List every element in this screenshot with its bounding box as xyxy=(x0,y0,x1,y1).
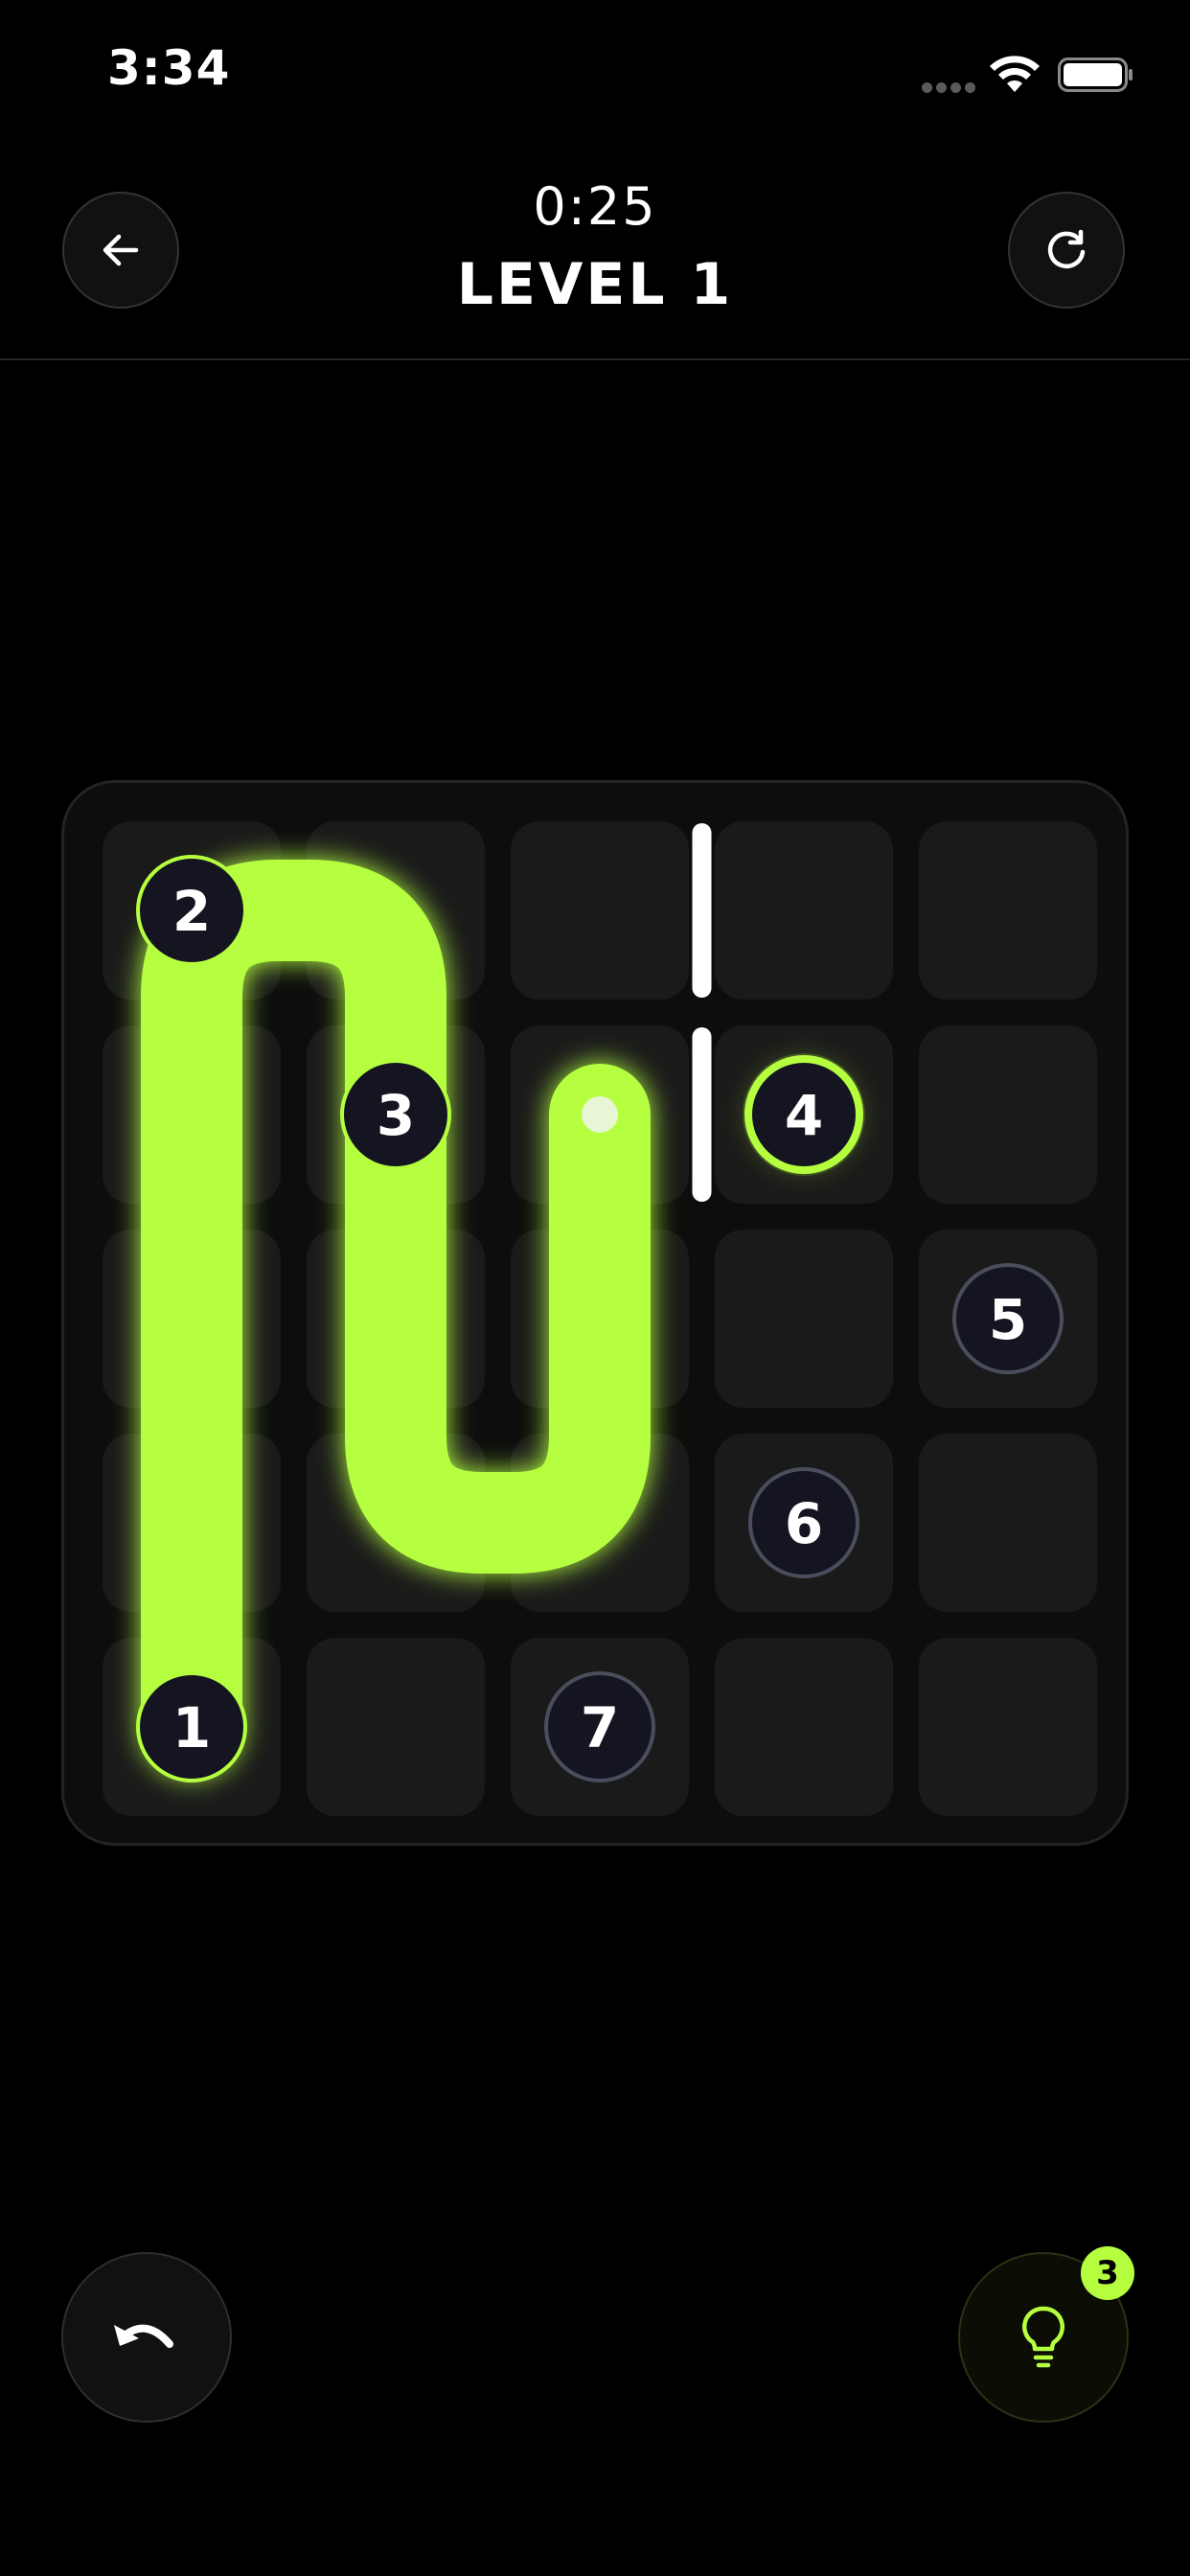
board-cell[interactable] xyxy=(715,1230,893,1408)
number-node[interactable]: 5 xyxy=(952,1263,1064,1374)
node-label: 6 xyxy=(785,1491,823,1556)
number-node[interactable]: 4 xyxy=(743,1053,865,1176)
signal-icon xyxy=(922,82,975,94)
board-cell[interactable] xyxy=(919,1025,1097,1204)
game-board: 1 2 3 4 5 6 7 xyxy=(61,780,1129,1846)
number-node[interactable]: 3 xyxy=(340,1059,451,1170)
node-label: 2 xyxy=(172,879,211,944)
node-label: 7 xyxy=(581,1695,619,1760)
restart-button[interactable] xyxy=(1008,192,1125,309)
node-label: 3 xyxy=(377,1083,415,1148)
node-label: 1 xyxy=(172,1695,211,1760)
node-label: 4 xyxy=(785,1083,823,1148)
board-canvas[interactable]: 1 2 3 4 5 6 7 xyxy=(64,783,1132,1849)
header-divider xyxy=(0,358,1190,360)
hints-remaining-badge: 3 xyxy=(1081,2246,1134,2300)
wifi-icon xyxy=(990,56,1040,92)
board-cell[interactable] xyxy=(307,1638,485,1816)
lightbulb-icon xyxy=(1022,2306,1064,2368)
number-node[interactable]: 6 xyxy=(748,1467,859,1578)
node-label: 5 xyxy=(989,1287,1027,1352)
board-cell[interactable] xyxy=(919,1638,1097,1816)
board-cell[interactable] xyxy=(715,821,893,1000)
status-time: 3:34 xyxy=(107,40,231,96)
board-cell[interactable] xyxy=(919,821,1097,1000)
path-head-dot[interactable] xyxy=(582,1096,618,1133)
board-cell[interactable] xyxy=(919,1434,1097,1612)
battery-icon xyxy=(1058,58,1133,92)
board-cell[interactable] xyxy=(511,821,689,1000)
refresh-icon xyxy=(1047,229,1086,269)
undo-button[interactable] xyxy=(61,2252,232,2423)
board-cell[interactable] xyxy=(715,1638,893,1816)
number-node[interactable]: 7 xyxy=(544,1671,655,1782)
number-node[interactable]: 2 xyxy=(136,855,247,966)
undo-icon xyxy=(114,2324,173,2348)
number-node[interactable]: 1 xyxy=(136,1671,247,1782)
